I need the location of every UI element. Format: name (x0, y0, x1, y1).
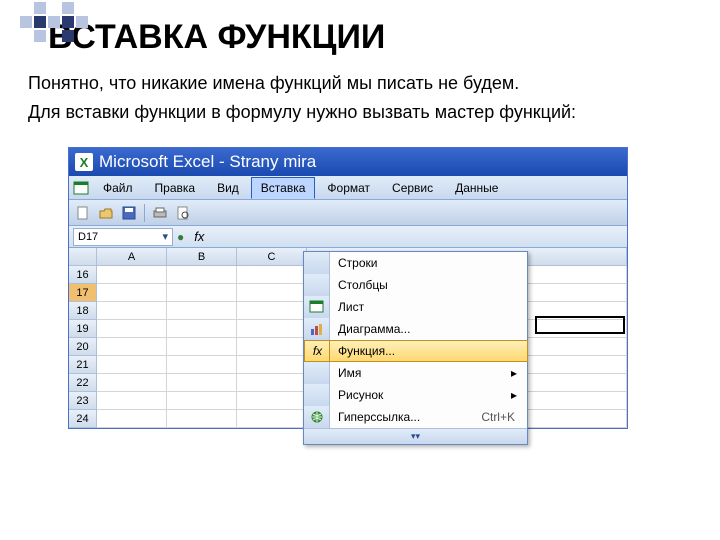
menu-shortcut: Ctrl+K (481, 410, 521, 424)
menu-view[interactable]: Вид (207, 177, 249, 199)
menu-item-label: Функция... (338, 344, 527, 358)
menubar: Файл Правка Вид Вставка Формат Сервис Да… (69, 176, 627, 200)
expand-menu-button[interactable]: ▾▾ (304, 428, 527, 444)
row-header[interactable]: 20 (69, 338, 97, 356)
worksheet-icon (304, 296, 330, 318)
new-document-icon[interactable] (73, 203, 93, 223)
menu-item-rows[interactable]: Строки (304, 252, 527, 274)
slide-text-line-2: Для вставки функции в формулу нужно вызв… (28, 102, 692, 123)
window-title: Microsoft Excel - Strany mira (99, 152, 316, 172)
menu-item-label: Гиперссылка... (330, 410, 481, 424)
menu-edit[interactable]: Правка (145, 177, 206, 199)
menu-format[interactable]: Формат (317, 177, 380, 199)
blank-icon (304, 362, 330, 384)
menu-file[interactable]: Файл (93, 177, 143, 199)
slide-corner-decoration (20, 2, 88, 42)
fx-label[interactable]: fx (188, 229, 210, 244)
row-header[interactable]: 19 (69, 320, 97, 338)
submenu-arrow-icon: ▸ (511, 366, 521, 380)
name-box[interactable]: D17 ▾ (73, 228, 173, 246)
column-header[interactable]: B (167, 248, 237, 266)
row-header[interactable]: 16 (69, 266, 97, 284)
toolbar (69, 200, 627, 226)
open-icon[interactable] (96, 203, 116, 223)
blank-icon (304, 384, 330, 406)
slide-text-line-1: Понятно, что никакие имена функций мы пи… (28, 73, 692, 94)
menu-data[interactable]: Данные (445, 177, 508, 199)
menu-item-label: Рисунок (330, 388, 511, 402)
select-all-corner[interactable] (69, 248, 97, 266)
row-header[interactable]: 18 (69, 302, 97, 320)
row-header[interactable]: 24 (69, 410, 97, 428)
titlebar: X Microsoft Excel - Strany mira (69, 148, 627, 176)
blank-icon (304, 252, 330, 274)
menu-item-name[interactable]: Имя ▸ (304, 362, 527, 384)
save-icon[interactable] (119, 203, 139, 223)
chevron-down-icon: ▾▾ (411, 431, 420, 442)
chart-icon (304, 318, 330, 340)
menu-item-picture[interactable]: Рисунок ▸ (304, 384, 527, 406)
menu-item-hyperlink[interactable]: Гиперссылка... Ctrl+K (304, 406, 527, 428)
menu-item-function[interactable]: fx Функция... (304, 340, 527, 362)
menu-item-label: Лист (330, 300, 521, 314)
row-header[interactable]: 17 (69, 284, 97, 302)
print-icon[interactable] (150, 203, 170, 223)
row-header[interactable]: 22 (69, 374, 97, 392)
menu-item-columns[interactable]: Столбцы (304, 274, 527, 296)
fx-icon: fx (304, 340, 330, 362)
menu-insert[interactable]: Вставка (251, 177, 316, 199)
submenu-arrow-icon: ▸ (511, 388, 521, 402)
row-header[interactable]: 23 (69, 392, 97, 410)
column-header[interactable]: A (97, 248, 167, 266)
blank-icon (304, 274, 330, 296)
row-header[interactable]: 21 (69, 356, 97, 374)
formula-bar: D17 ▾ ● fx (69, 226, 627, 248)
excel-app-icon: X (75, 153, 93, 171)
column-header[interactable]: C (237, 248, 307, 266)
menu-item-chart[interactable]: Диаграмма... (304, 318, 527, 340)
menu-item-label: Имя (330, 366, 511, 380)
slide-title: ВСТАВКА ФУНКЦИИ (0, 0, 720, 65)
toolbar-separator (144, 204, 145, 222)
print-preview-icon[interactable] (173, 203, 193, 223)
menu-tools[interactable]: Сервис (382, 177, 443, 199)
menu-item-label: Столбцы (330, 278, 521, 292)
ok-icon: ● (177, 230, 184, 244)
insert-menu-dropdown: Строки Столбцы Лист Диаграмма... fx Функ… (303, 251, 528, 445)
name-box-value: D17 (78, 231, 98, 243)
worksheet-icon[interactable] (73, 180, 89, 196)
hyperlink-icon (304, 406, 330, 428)
menu-item-label: Диаграмма... (330, 322, 521, 336)
menu-item-label: Строки (330, 256, 521, 270)
dropdown-arrow-icon[interactable]: ▾ (162, 230, 168, 243)
menu-item-sheet[interactable]: Лист (304, 296, 527, 318)
